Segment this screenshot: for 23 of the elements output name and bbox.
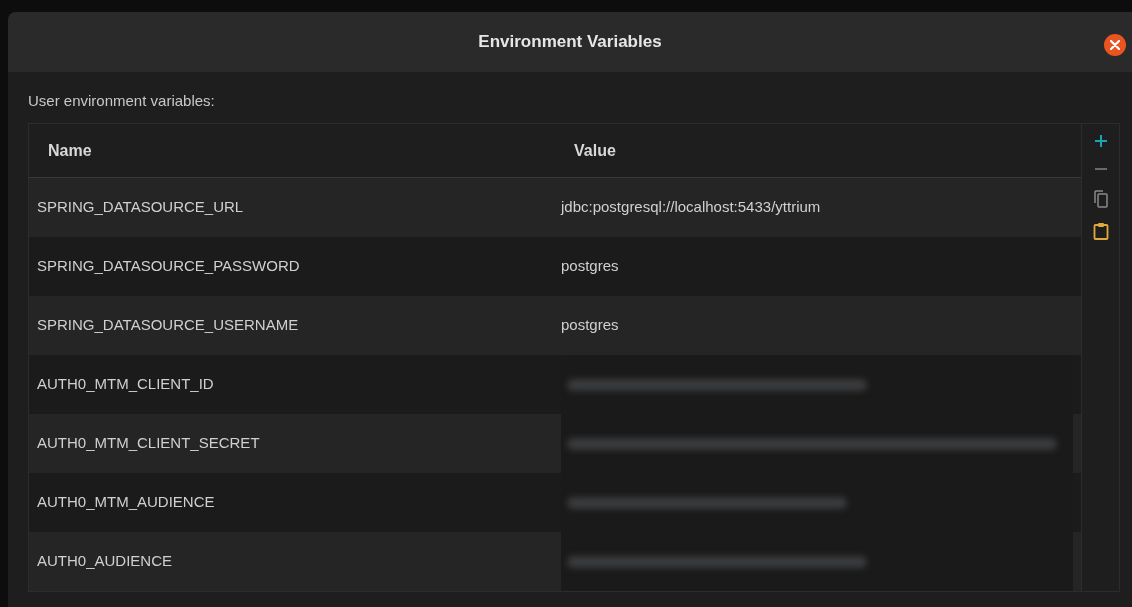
column-header[interactable]: Name [29, 138, 561, 163]
variable-value: postgres [561, 256, 619, 277]
variable-value: postgres [561, 315, 619, 336]
variable-value: jdbc:postgresql://localhost:5433/yttrium [561, 197, 821, 218]
variable-name: AUTH0_MTM_AUDIENCE [36, 492, 216, 513]
variable-name: SPRING_DATASOURCE_URL [36, 197, 245, 218]
variable-name: SPRING_DATASOURCE_USERNAME [36, 315, 300, 336]
variable-name: SPRING_DATASOURCE_PASSWORD [36, 256, 301, 277]
table-row[interactable]: AUTH0_AUDIENCE [29, 532, 1081, 591]
close-button[interactable] [1104, 34, 1126, 56]
column-header[interactable]: Value [561, 138, 616, 163]
variable-name: AUTH0_MTM_CLIENT_ID [36, 374, 215, 395]
table-row[interactable]: SPRING_DATASOURCE_USERNAME postgres [29, 296, 1081, 355]
copy-icon[interactable] [1093, 190, 1108, 208]
close-icon [1110, 40, 1120, 50]
add-icon[interactable] [1093, 134, 1108, 148]
section-label: User environment variables: [28, 92, 215, 109]
table-row[interactable]: SPRING_DATASOURCE_URL jdbc:postgresql://localhost:5433/yttrium [29, 178, 1081, 237]
clipboard-icon[interactable] [1092, 222, 1109, 240]
variable-name: AUTH0_MTM_CLIENT_SECRET [36, 433, 261, 454]
window-title: Environment Variables [478, 31, 662, 54]
variable-name: AUTH0_AUDIENCE [36, 551, 174, 572]
table-row[interactable]: AUTH0_MTM_CLIENT_SECRET [29, 414, 1081, 473]
